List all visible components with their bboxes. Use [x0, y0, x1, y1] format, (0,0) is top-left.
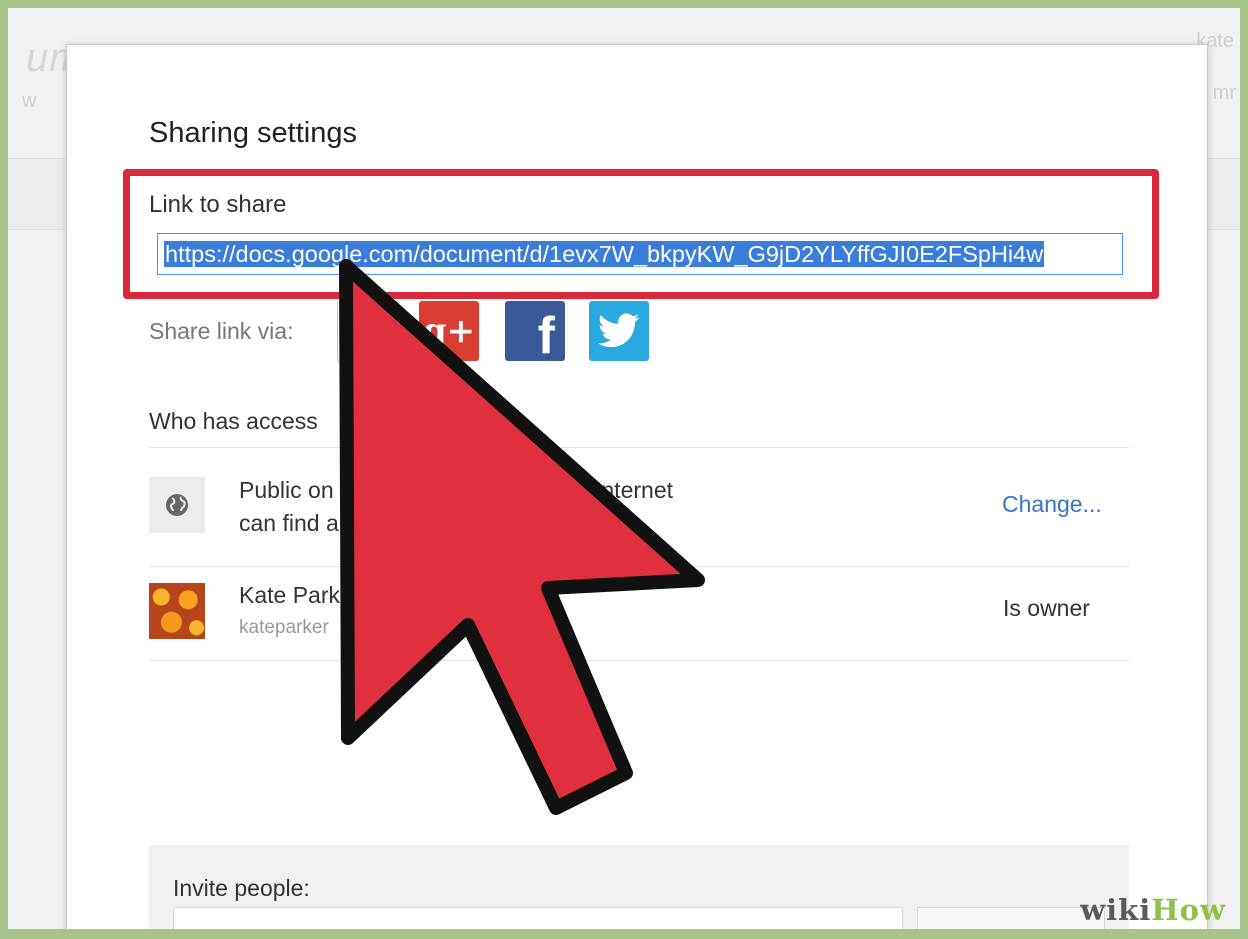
globe-icon — [149, 477, 205, 533]
facebook-icon: f — [537, 307, 555, 365]
invite-panel: Invite people: — [149, 845, 1129, 929]
public-access-line1-end: Internet — [595, 477, 673, 503]
public-access-line1: Public on — [239, 477, 334, 503]
public-access-line2: can find a — [239, 510, 339, 536]
owner-name: Kate Park — [239, 582, 340, 608]
divider — [149, 660, 1129, 661]
twitter-share-button[interactable] — [589, 301, 649, 361]
screenshot-frame: umant w kate mr Sharing settings Link to… — [8, 8, 1240, 929]
change-access-link[interactable]: Change... — [1002, 491, 1102, 518]
divider — [149, 447, 1129, 448]
twitter-bird-icon — [598, 313, 640, 348]
link-to-share-input[interactable]: https://docs.google.com/document/d/1evx7… — [157, 233, 1123, 275]
owner-role: Is owner — [1003, 595, 1090, 621]
google-plus-icon: g+ — [422, 311, 476, 351]
avatar — [149, 583, 205, 639]
dialog-title: Sharing settings — [149, 117, 357, 149]
globe-glyph — [166, 494, 188, 516]
wikihow-watermark: wikiHow — [1080, 893, 1226, 927]
invite-people-label: Invite people: — [173, 875, 310, 901]
divider — [149, 566, 1129, 567]
who-has-access-label: Who has access — [149, 408, 318, 434]
invite-people-input[interactable] — [173, 907, 903, 929]
facebook-share-button[interactable]: f — [505, 301, 565, 365]
gmail-icon: M — [353, 312, 383, 351]
sharing-settings-dialog: Sharing settings Link to share https://d… — [66, 44, 1208, 929]
share-link-via-label: Share link via: — [149, 318, 294, 344]
link-url-text: https://docs.google.com/document/d/1evx7… — [164, 241, 1045, 267]
google-plus-share-button[interactable]: g+ — [419, 301, 479, 361]
owner-email: kateparker — [239, 617, 329, 638]
gmail-share-button[interactable]: M — [337, 301, 399, 363]
link-to-share-label: Link to share — [149, 191, 287, 218]
background-menu: w — [22, 90, 37, 112]
background-comments: mr — [1212, 82, 1236, 104]
invite-permission-dropdown[interactable] — [917, 907, 1105, 929]
